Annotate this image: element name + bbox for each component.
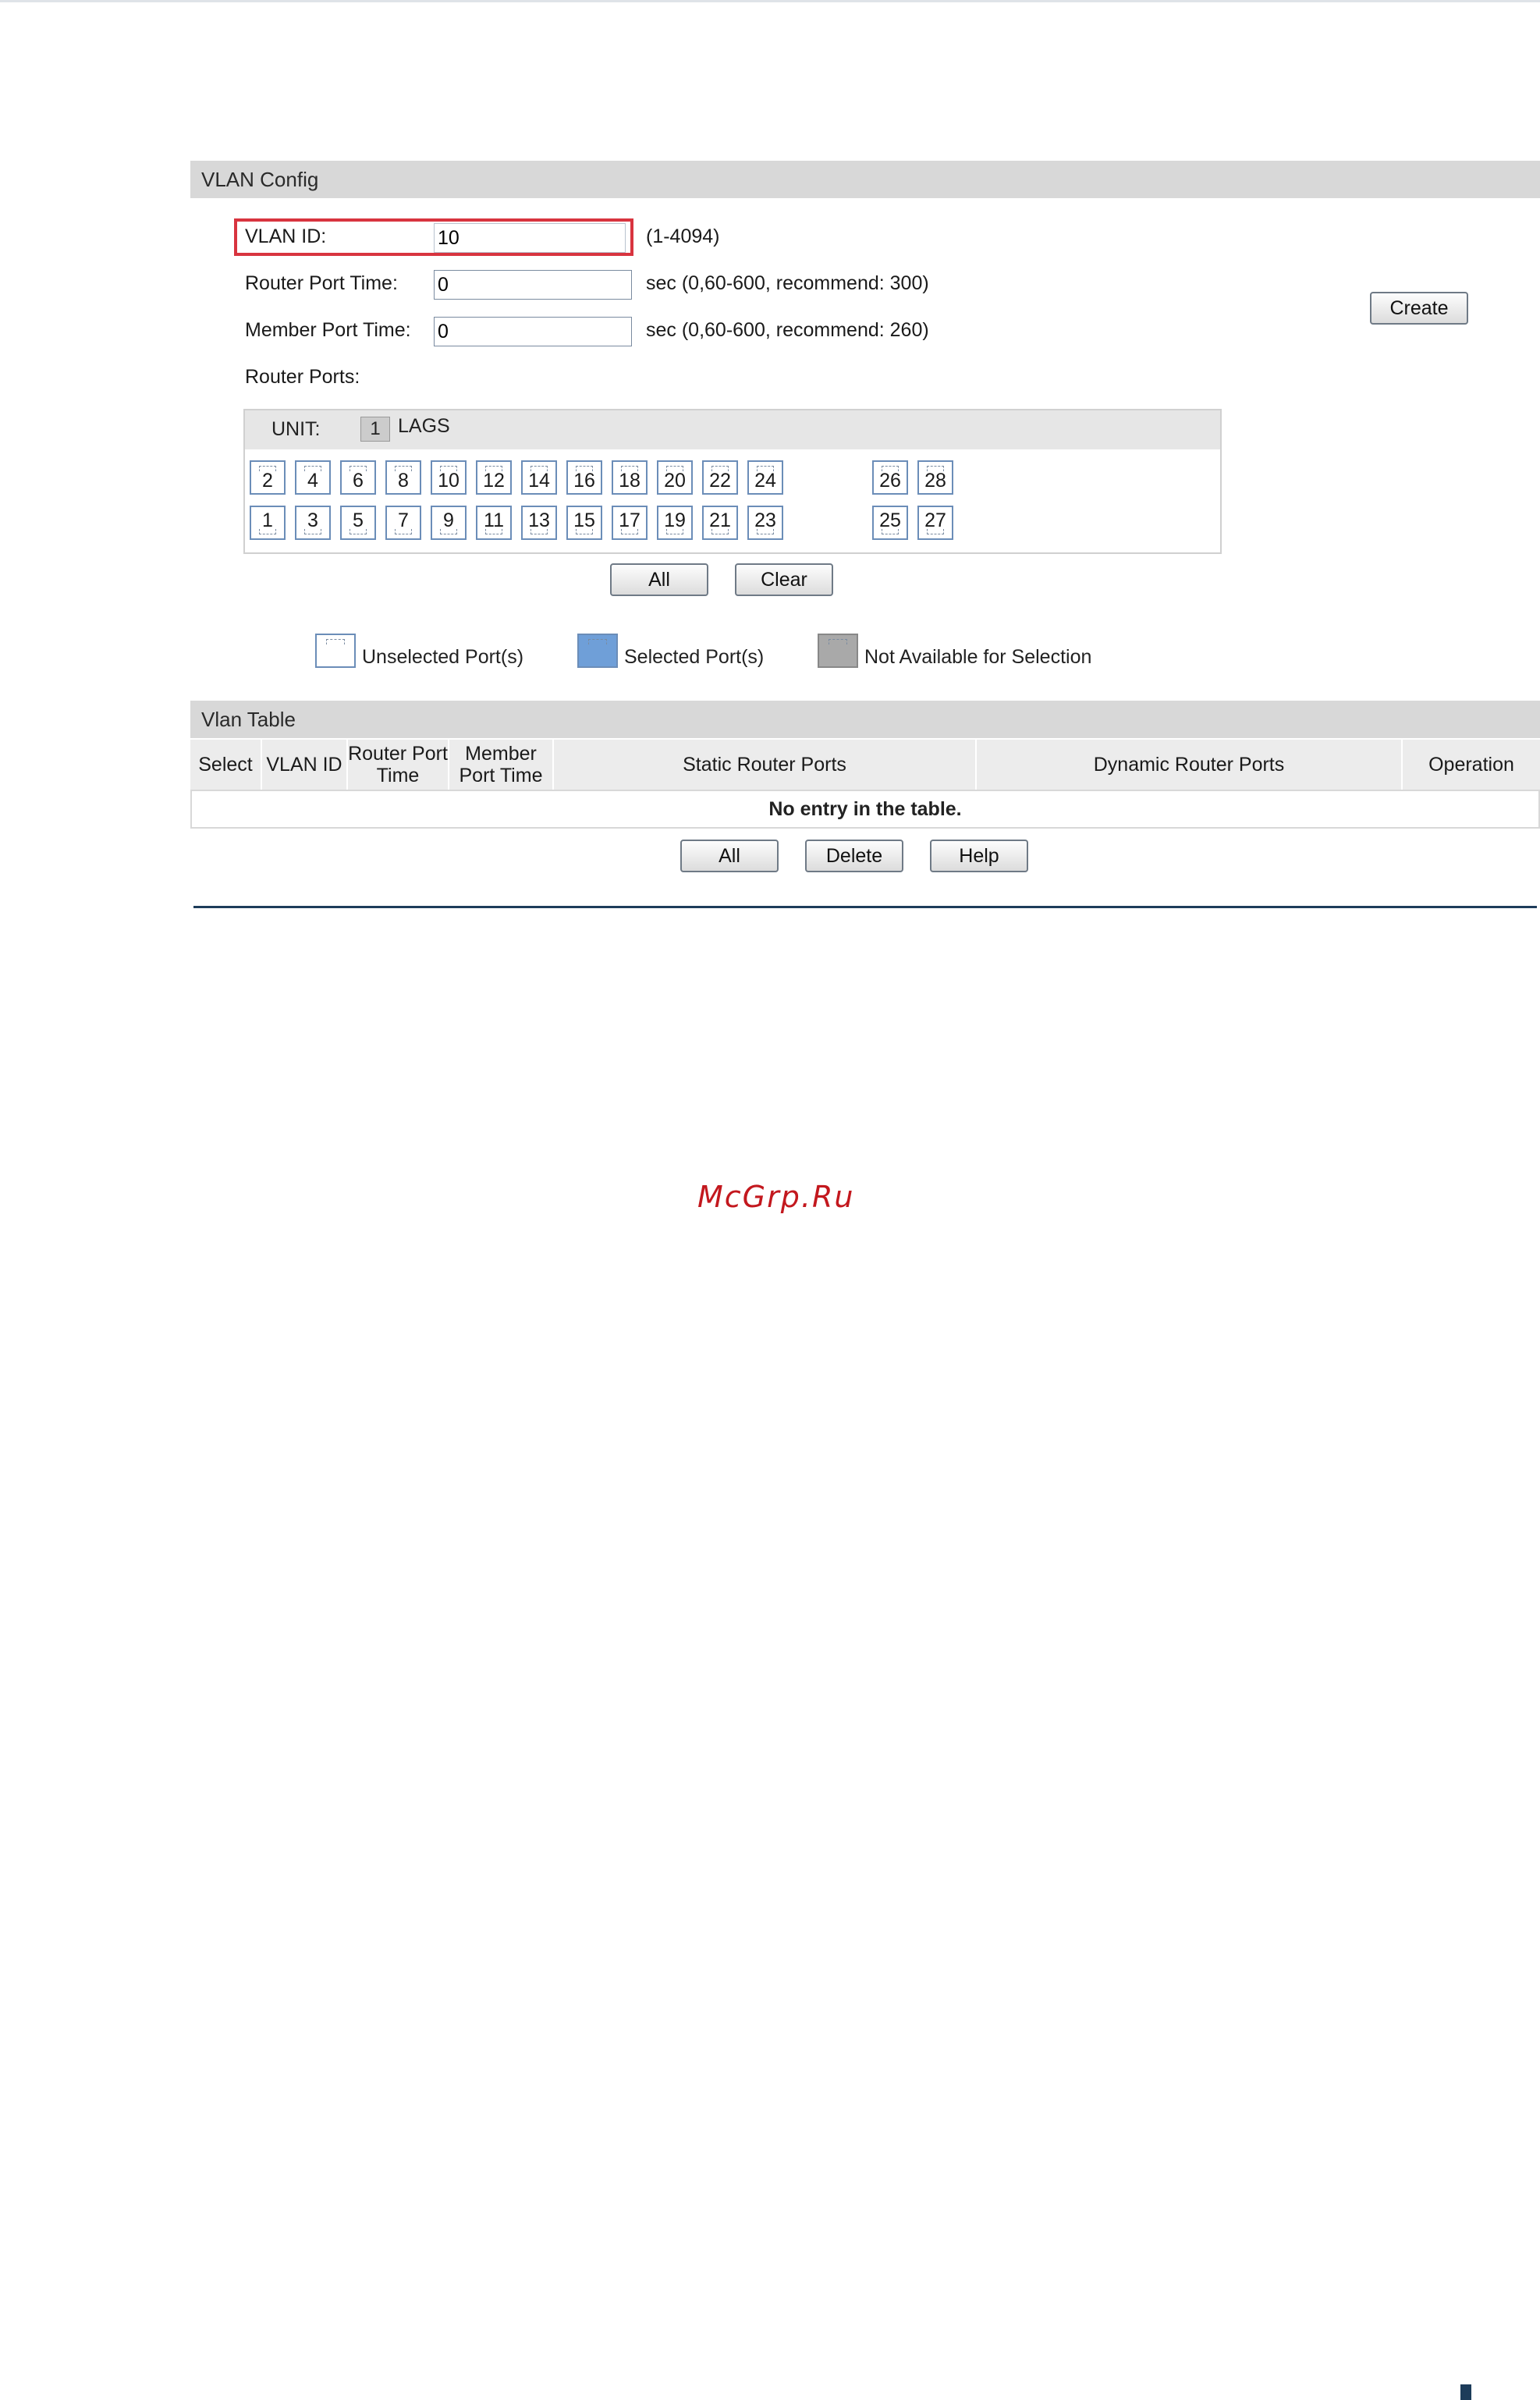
- vlan-id-hint: (1-4094): [646, 225, 720, 247]
- corner-mark: [1460, 2384, 1471, 2400]
- help-button[interactable]: Help: [930, 840, 1028, 872]
- legend-not-available-label: Not Available for Selection: [864, 646, 1092, 668]
- unavailable-port-icon: [818, 634, 858, 668]
- router-port-time-hint: sec (0,60-600, recommend: 300): [646, 272, 929, 294]
- port-22[interactable]: 22: [702, 460, 738, 495]
- router-ports-label: Router Ports:: [245, 366, 360, 388]
- port-24[interactable]: 24: [747, 460, 783, 495]
- port-8[interactable]: 8: [385, 460, 421, 495]
- column-static-router-ports: Static Router Ports: [554, 740, 977, 790]
- port-2[interactable]: 2: [250, 460, 286, 495]
- port-21[interactable]: 21: [702, 506, 738, 540]
- port-16[interactable]: 16: [566, 460, 602, 495]
- port-12[interactable]: 12: [476, 460, 512, 495]
- clear-ports-button[interactable]: Clear: [735, 563, 833, 596]
- port-4[interactable]: 4: [295, 460, 331, 495]
- legend-unselected-label: Unselected Port(s): [362, 646, 524, 668]
- column-router-port-time: Router Port Time: [348, 740, 449, 790]
- port-11[interactable]: 11: [476, 506, 512, 540]
- port-18[interactable]: 18: [612, 460, 648, 495]
- column-vlan-id: VLAN ID: [262, 740, 348, 790]
- port-25[interactable]: 25: [872, 506, 908, 540]
- watermark: McGrp.Ru: [697, 1180, 855, 1214]
- member-port-time-label: Member Port Time:: [245, 319, 411, 341]
- column-dynamic-router-ports: Dynamic Router Ports: [977, 740, 1403, 790]
- port-15[interactable]: 15: [566, 506, 602, 540]
- port-7[interactable]: 7: [385, 506, 421, 540]
- port-27[interactable]: 27: [917, 506, 953, 540]
- port-17[interactable]: 17: [612, 506, 648, 540]
- bottom-rule: [193, 906, 1537, 908]
- vlan-id-input[interactable]: 10: [434, 223, 626, 253]
- router-ports-selector: UNIT: 1 LAGS 2 4 6 8 10 12 14 16 18 20 2…: [243, 409, 1222, 554]
- port-13[interactable]: 13: [521, 506, 557, 540]
- port-10[interactable]: 10: [431, 460, 467, 495]
- port-26[interactable]: 26: [872, 460, 908, 495]
- port-28[interactable]: 28: [917, 460, 953, 495]
- vlan-table-columns: Select VLAN ID Router Port Time Member P…: [190, 740, 1540, 790]
- unit-1-tab[interactable]: 1: [360, 417, 390, 442]
- create-button[interactable]: Create: [1370, 292, 1468, 325]
- legend-selected-label: Selected Port(s): [624, 646, 765, 668]
- port-14[interactable]: 14: [521, 460, 557, 495]
- vlan-id-label: VLAN ID:: [245, 225, 327, 247]
- select-all-entries-button[interactable]: All: [680, 840, 779, 872]
- member-port-time-input[interactable]: 0: [434, 317, 632, 346]
- port-19[interactable]: 19: [657, 506, 693, 540]
- router-port-time-input[interactable]: 0: [434, 270, 632, 300]
- unit-bar: UNIT: 1 LAGS: [245, 410, 1220, 449]
- select-all-ports-button[interactable]: All: [610, 563, 708, 596]
- unit-label: UNIT:: [271, 418, 321, 440]
- member-port-time-hint: sec (0,60-600, recommend: 260): [646, 319, 929, 341]
- lags-tab[interactable]: LAGS: [398, 415, 450, 438]
- selected-port-icon: [577, 634, 618, 668]
- column-operation: Operation: [1428, 754, 1514, 776]
- port-1[interactable]: 1: [250, 506, 286, 540]
- port-9[interactable]: 9: [431, 506, 467, 540]
- port-20[interactable]: 20: [657, 460, 693, 495]
- vlan-table-header: Vlan Table: [190, 701, 1540, 738]
- column-member-port-time: Member Port Time: [449, 740, 554, 790]
- port-6[interactable]: 6: [340, 460, 376, 495]
- delete-button[interactable]: Delete: [805, 840, 903, 872]
- column-select: Select: [190, 740, 262, 790]
- vlan-table-empty-message: No entry in the table.: [190, 790, 1540, 829]
- top-rule: [0, 0, 1540, 2]
- port-3[interactable]: 3: [295, 506, 331, 540]
- port-5[interactable]: 5: [340, 506, 376, 540]
- vlan-config-header: VLAN Config: [190, 161, 1540, 198]
- router-port-time-label: Router Port Time:: [245, 272, 398, 294]
- port-23[interactable]: 23: [747, 506, 783, 540]
- unselected-port-icon: [315, 634, 356, 668]
